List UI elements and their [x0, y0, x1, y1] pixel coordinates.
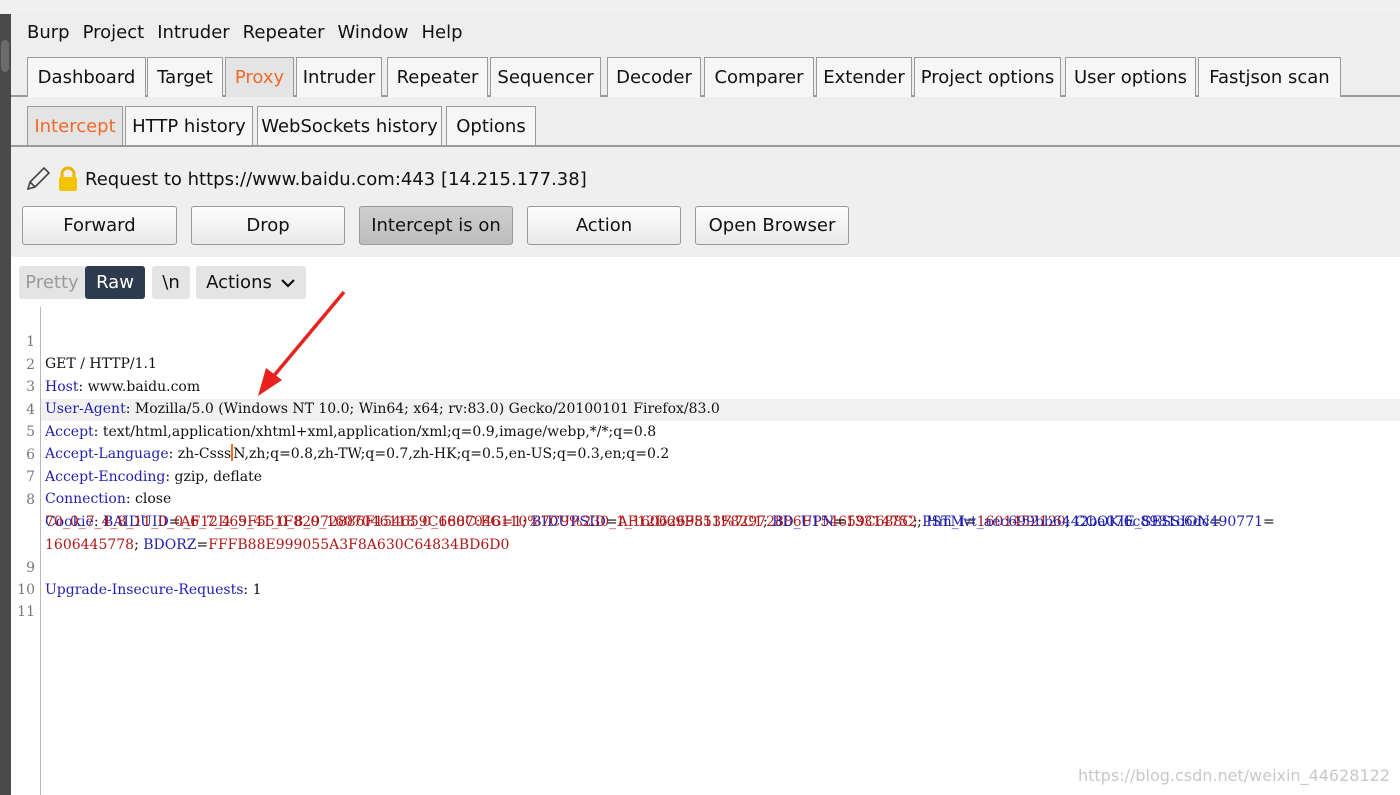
cookie-value: 1606445778 [45, 537, 135, 553]
line-text: 1606445778; BDORZ=FFFB88E999055A3F8A630C… [45, 537, 510, 553]
line-number: 11 [17, 604, 35, 620]
cookie-value: 13314752 [845, 514, 918, 530]
header-name: User-Agent [45, 401, 126, 417]
header-name: Host [45, 379, 79, 395]
pretty-button[interactable]: Pretty [19, 266, 85, 299]
code-line: 5 Accept-Language: zh-Csss N,zh;q=0.8,zh-… [11, 399, 669, 462]
cookie-name: Hm_lvt_aec699bb6442ba076c8981c6dc490771 [926, 514, 1264, 530]
tab-intruder[interactable]: Intruder [296, 57, 382, 97]
header-value: : 1 [243, 582, 262, 598]
code-line-wrap: 70_0_7_4_8_11_0_0_6_7_4_5_41_0_8_0_16070… [11, 489, 1275, 530]
left-edge-bar [0, 14, 11, 795]
tab-options[interactable]: Options [446, 106, 536, 145]
tab-comparer[interactable]: Comparer [704, 57, 814, 97]
request-target-label: Request to https://www.baidu.com:443 [14… [85, 168, 587, 190]
intercept-toggle-button[interactable]: Intercept is on [359, 206, 513, 245]
pencil-icon[interactable] [23, 164, 53, 194]
raw-button[interactable]: Raw [85, 266, 145, 299]
chevron-down-icon [281, 278, 295, 288]
actions-dropdown[interactable]: Actions [196, 266, 306, 299]
tab-http-history[interactable]: HTTP history [125, 106, 253, 145]
editor-toolbar: Pretty Raw \n Actions [11, 257, 1400, 307]
tab-dashboard[interactable]: Dashboard [27, 57, 146, 97]
line-text: Connection: close [45, 488, 171, 510]
header-name: Accept-Encoding [45, 469, 166, 485]
tab-user-options[interactable]: User options [1065, 57, 1196, 97]
line-text: Upgrade-Insecure-Requests: 1 [45, 579, 261, 601]
tab-decoder[interactable]: Decoder [607, 57, 701, 97]
drop-button[interactable]: Drop [191, 206, 345, 245]
menu-help[interactable]: Help [422, 22, 463, 43]
code-line: 3 User-Agent: Mozilla/5.0 (Windows NT 10… [11, 354, 720, 417]
actions-label: Actions [206, 272, 272, 293]
header-value: : www.baidu.com [78, 379, 201, 395]
scroll-handle [1, 40, 9, 72]
line-text: GET / HTTP/1.1 [45, 356, 157, 372]
cookie-name: BDORZ [143, 537, 197, 553]
menu-burp[interactable]: Burp [27, 22, 70, 43]
code-line: 6 Accept-Encoding: gzip, deflate [11, 422, 262, 485]
header-value: : zh-Csss [168, 446, 232, 462]
tab-target[interactable]: Target [147, 57, 223, 97]
main-tab-bar: Dashboard Target Proxy Intruder Repeater… [11, 50, 1400, 97]
line-text: Accept: text/html,application/xhtml+xml,… [45, 421, 656, 443]
cookie-name: BD_UPN [772, 514, 835, 530]
line-text: User-Agent: Mozilla/5.0 (Windows NT 10.0… [45, 398, 720, 420]
header-name: Accept [45, 424, 94, 440]
header-value: : text/html,application/xhtml+xml,applic… [93, 424, 657, 440]
code-line: 8 Cookie: BAIDUID=AF12D69F551F82972886F1… [11, 467, 1221, 530]
header-value: : close [125, 491, 172, 507]
menu-project[interactable]: Project [83, 22, 145, 43]
code-line: 4 Accept: text/html,application/xhtml+xm… [11, 377, 656, 440]
sub-tab-bar: Intercept HTTP history WebSockets histor… [11, 97, 1400, 147]
intercept-panel: Request to https://www.baidu.com:443 [14… [11, 147, 1400, 257]
watermark-text: https://blog.csdn.net/weixin_44628122 [1077, 766, 1390, 785]
cookie-value: FFFB88E999055A3F8A630C64834BD6D0 [208, 537, 510, 553]
menu-intruder[interactable]: Intruder [157, 22, 229, 43]
forward-button[interactable]: Forward [22, 206, 177, 245]
code-line-wrap: 1606445778; BDORZ=FFFB88E999055A3F8A630C… [11, 512, 509, 553]
newline-toggle-button[interactable]: \n [152, 266, 190, 299]
menu-repeater[interactable]: Repeater [243, 22, 325, 43]
tab-project-options[interactable]: Project options [914, 57, 1061, 97]
line-text: 70_0_7_4_8_11_0_0_6_7_4_5_41_0_8_0_16070… [45, 514, 1275, 530]
code-line: 10 [11, 557, 35, 598]
menu-bar: Burp Project Intruder Repeater Window He… [11, 14, 1400, 50]
header-name: Connection [45, 491, 126, 507]
tab-websockets-history[interactable]: WebSockets history [257, 106, 442, 145]
lock-icon [59, 166, 77, 191]
menu-window[interactable]: Window [338, 22, 409, 43]
window-top-strip [0, 0, 1400, 14]
header-name: Accept-Language [45, 446, 169, 462]
code-line: 9 Upgrade-Insecure-Requests: 1 [11, 535, 261, 598]
line-gutter [40, 307, 41, 795]
open-browser-button[interactable]: Open Browser [695, 206, 849, 245]
request-editor[interactable]: 1 GET / HTTP/1.1 2 Host: www.baidu.com 3… [11, 307, 1400, 795]
header-value: : Mozilla/5.0 (Windows NT 10.0; Win64; x… [125, 401, 720, 417]
tab-fastjson-scan[interactable]: Fastjson scan [1198, 57, 1341, 97]
tab-extender[interactable]: Extender [816, 57, 912, 97]
tab-intercept[interactable]: Intercept [27, 106, 123, 145]
code-line: 1 GET / HTTP/1.1 [11, 309, 157, 372]
header-value-rest: N,zh;q=0.8,zh-TW;q=0.7,zh-HK;q=0.5,en-US… [233, 446, 670, 462]
header-value: : gzip, deflate [165, 469, 263, 485]
line-text: Host: www.baidu.com [45, 376, 200, 398]
action-button[interactable]: Action [527, 206, 681, 245]
code-line: 2 Host: www.baidu.com [11, 332, 200, 395]
line-text: Accept-Language: zh-Csss N,zh;q=0.8,zh-TW… [45, 443, 669, 465]
cookie-value: 70_0_7_4_8_11_0_0_6_7_4_5_41_0_8_0_16070… [45, 514, 763, 530]
line-text: Accept-Encoding: gzip, deflate [45, 466, 262, 488]
code-line: 11 [11, 579, 35, 620]
request-info: Request to https://www.baidu.com:443 [14… [23, 165, 587, 193]
header-name: Upgrade-Insecure-Requests [45, 582, 244, 598]
tab-sequencer[interactable]: Sequencer [490, 57, 601, 97]
tab-repeater[interactable]: Repeater [387, 57, 488, 97]
tab-proxy[interactable]: Proxy [225, 57, 294, 97]
code-line: 7 Connection: close [11, 444, 171, 507]
